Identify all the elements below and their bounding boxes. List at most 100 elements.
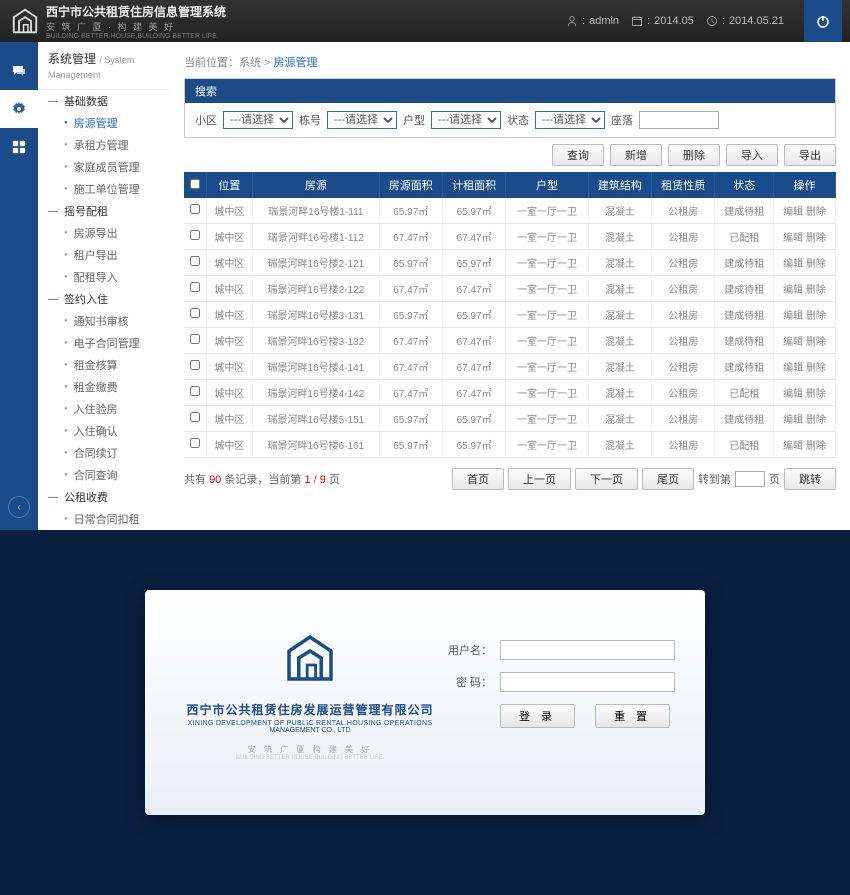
nav-item[interactable]: 房源管理 [38, 112, 170, 134]
row-checkbox[interactable] [190, 282, 200, 292]
nav-item[interactable]: 施工单位管理 [38, 178, 170, 200]
pager-button[interactable]: 上一页 [508, 468, 571, 490]
delete-link[interactable]: 删除 [806, 389, 826, 400]
delete-link[interactable]: 删除 [806, 259, 826, 270]
login-button[interactable]: 登 录 [500, 704, 575, 728]
nav-item[interactable]: 房源导出 [38, 222, 170, 244]
edit-link[interactable]: 编辑 [783, 259, 803, 270]
edit-link[interactable]: 编辑 [783, 311, 803, 322]
row-checkbox[interactable] [190, 412, 200, 422]
table-cell: 已配租 [715, 432, 774, 458]
delete-link[interactable]: 删除 [806, 337, 826, 348]
power-button[interactable] [804, 0, 842, 42]
delete-link[interactable]: 删除 [806, 311, 826, 322]
select-all-checkbox[interactable] [190, 179, 200, 189]
table-cell: 65.97㎡ [379, 406, 442, 432]
row-checkbox[interactable] [190, 386, 200, 396]
table-cell: 城中区 [206, 302, 253, 328]
edit-link[interactable]: 编辑 [783, 363, 803, 374]
action-button[interactable]: 删除 [668, 144, 720, 166]
edit-link[interactable]: 编辑 [783, 207, 803, 218]
nav-item[interactable]: 电子合同管理 [38, 332, 170, 354]
table-cell: 65.97㎡ [442, 198, 505, 224]
row-checkbox[interactable] [190, 256, 200, 266]
table-cell: 已配租 [715, 224, 774, 250]
table-row: 城中区瑞景河畔16号楼5-15165.97㎡65.97㎡一室一厅一卫混凝土公租房… [184, 406, 836, 432]
table-header: 租赁性质 [652, 172, 715, 198]
search-select[interactable]: ---请选择--- [223, 111, 293, 129]
action-button[interactable]: 导入 [726, 144, 778, 166]
search-input[interactable] [639, 111, 719, 129]
row-checkbox[interactable] [190, 360, 200, 370]
search-select[interactable]: ---请选择--- [431, 111, 501, 129]
nav-group-header[interactable]: 基础数据 [38, 90, 170, 112]
nav-item[interactable]: 入住确认 [38, 420, 170, 442]
table-cell: 65.97㎡ [379, 250, 442, 276]
edit-link[interactable]: 编辑 [783, 415, 803, 426]
nav-item[interactable]: 合同查询 [38, 464, 170, 486]
rail-message-icon[interactable] [0, 52, 38, 90]
row-checkbox[interactable] [190, 438, 200, 448]
table-header: 状态 [715, 172, 774, 198]
rail-settings-icon[interactable] [0, 90, 38, 128]
action-button[interactable]: 查询 [552, 144, 604, 166]
nav-item[interactable]: 承租方管理 [38, 134, 170, 156]
table-header: 房源面积 [379, 172, 442, 198]
nav-item[interactable]: 通知书审核 [38, 310, 170, 332]
delete-link[interactable]: 删除 [806, 207, 826, 218]
pager-goto-input[interactable] [735, 471, 765, 487]
table-cell: 建成待租 [715, 406, 774, 432]
password-input[interactable] [500, 672, 675, 692]
table-cell: 瑞景河畔16号楼4-141 [253, 354, 379, 380]
action-button[interactable]: 新增 [610, 144, 662, 166]
pager-button[interactable]: 尾页 [642, 468, 694, 490]
delete-link[interactable]: 删除 [806, 233, 826, 244]
table-row: 城中区瑞景河畔16号楼1-11165.97㎡65.97㎡一室一厅一卫混凝土公租房… [184, 198, 836, 224]
row-checkbox[interactable] [190, 230, 200, 240]
edit-link[interactable]: 编辑 [783, 389, 803, 400]
pager: 共有 90 条记录，当前第 1 / 9 页 首页上一页下一页尾页转到第页跳转 [184, 458, 836, 500]
search-select[interactable]: ---请选择--- [327, 111, 397, 129]
nav-item[interactable]: 配租导入 [38, 266, 170, 288]
nav-item[interactable]: 合同续订 [38, 442, 170, 464]
pager-button[interactable]: 首页 [452, 468, 504, 490]
rail-grid-icon[interactable] [0, 128, 38, 166]
nav-item[interactable]: 家庭成员管理 [38, 156, 170, 178]
login-box: 西宁市公共租赁住房发展运营管理有限公司 XINING DEVELOPMENT O… [145, 590, 705, 815]
row-checkbox[interactable] [190, 204, 200, 214]
table-cell: 混凝土 [588, 250, 651, 276]
row-checkbox[interactable] [190, 334, 200, 344]
table-cell: 城中区 [206, 432, 253, 458]
delete-link[interactable]: 删除 [806, 415, 826, 426]
table-cell: 混凝土 [588, 432, 651, 458]
pager-button[interactable]: 下一页 [575, 468, 638, 490]
nav-item[interactable]: 入住验房 [38, 398, 170, 420]
edit-link[interactable]: 编辑 [783, 233, 803, 244]
edit-link[interactable]: 编辑 [783, 337, 803, 348]
nav-item[interactable]: 租金核算 [38, 354, 170, 376]
username-input[interactable] [500, 640, 675, 660]
table-header: 计租面积 [442, 172, 505, 198]
edit-link[interactable]: 编辑 [783, 441, 803, 452]
user-info[interactable]: : admin [566, 15, 619, 27]
rail-collapse-button[interactable]: ‹ [8, 496, 30, 518]
table-cell: 城中区 [206, 328, 253, 354]
table-cell: 瑞景河畔16号楼5-151 [253, 406, 379, 432]
nav-item[interactable]: 日常合同扣租 [38, 508, 170, 530]
pager-go-button[interactable]: 跳转 [784, 468, 836, 490]
search-select[interactable]: ---请选择--- [535, 111, 605, 129]
action-button[interactable]: 导出 [784, 144, 836, 166]
delete-link[interactable]: 删除 [806, 363, 826, 374]
delete-link[interactable]: 删除 [806, 441, 826, 452]
nav-item[interactable]: 租户导出 [38, 244, 170, 266]
table-header: 位置 [206, 172, 253, 198]
nav-group-header[interactable]: 摇号配租 [38, 200, 170, 222]
table-cell: 67.47㎡ [379, 380, 442, 406]
nav-group-header[interactable]: 签约入住 [38, 288, 170, 310]
edit-link[interactable]: 编辑 [783, 285, 803, 296]
delete-link[interactable]: 删除 [806, 285, 826, 296]
reset-button[interactable]: 重 置 [595, 704, 670, 728]
row-checkbox[interactable] [190, 308, 200, 318]
nav-item[interactable]: 租金缴费 [38, 376, 170, 398]
nav-group-header[interactable]: 公租收费 [38, 486, 170, 508]
